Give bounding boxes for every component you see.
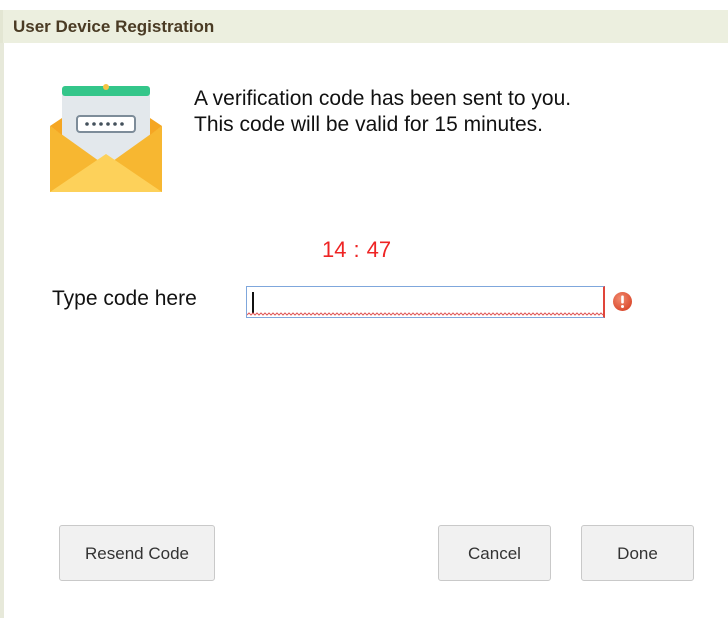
timer-seconds: 47 bbox=[366, 237, 392, 262]
message-line-1: A verification code has been sent to you… bbox=[194, 87, 572, 110]
spellcheck-underline bbox=[247, 312, 603, 316]
dialog-left-border bbox=[0, 43, 4, 618]
error-exclamation-icon bbox=[613, 292, 632, 311]
code-field-label: Type code here bbox=[52, 287, 197, 310]
dialog-title: User Device Registration bbox=[13, 17, 215, 36]
verification-code-input[interactable] bbox=[246, 286, 605, 318]
verification-message: A verification code has been sent to you… bbox=[194, 86, 571, 138]
envelope-code-icon bbox=[50, 84, 162, 192]
done-button[interactable]: Done bbox=[581, 525, 694, 581]
cancel-button[interactable]: Cancel bbox=[438, 525, 551, 581]
message-line-2: This code will be valid for 15 minutes. bbox=[194, 113, 543, 136]
dialog-title-bar: User Device Registration bbox=[0, 10, 728, 43]
resend-code-button[interactable]: Resend Code bbox=[59, 525, 215, 581]
countdown-timer: 14:47 bbox=[322, 237, 391, 263]
text-caret bbox=[252, 292, 254, 313]
timer-minutes: 14 bbox=[322, 237, 347, 262]
user-device-registration-dialog: User Device Registration A verification … bbox=[0, 0, 728, 618]
timer-separator: : bbox=[353, 237, 360, 262]
